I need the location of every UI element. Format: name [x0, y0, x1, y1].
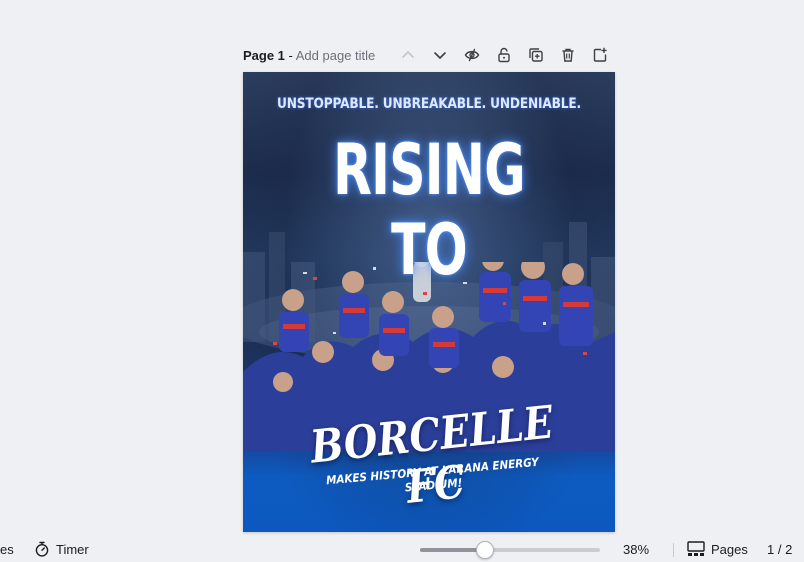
chevron-up-icon — [402, 51, 414, 58]
lock-page-button[interactable] — [494, 45, 514, 65]
page-title-placeholder[interactable]: Add page title — [296, 48, 376, 63]
chevron-down-icon — [434, 52, 446, 59]
zoom-slider-thumb[interactable] — [475, 541, 494, 559]
delete-page-button[interactable] — [558, 45, 578, 65]
lock-icon — [498, 47, 510, 63]
hide-page-button[interactable] — [462, 45, 482, 65]
zoom-slider[interactable] — [420, 541, 600, 559]
duplicate-page-icon — [529, 48, 543, 62]
add-page-button[interactable] — [590, 45, 610, 65]
timer-button[interactable]: Timer — [34, 540, 89, 558]
page-number-label: Page 1 — [243, 47, 285, 63]
hide-page-icon — [464, 48, 480, 62]
page-title[interactable]: Page 1 - Add page title — [243, 48, 375, 63]
design-page[interactable]: UNSTOPPABLE. UNBREAKABLE. UNDENIABLE. RI… — [243, 72, 615, 532]
page-toolbar — [398, 44, 622, 66]
timer-label: Timer — [56, 541, 89, 557]
pages-button[interactable]: Pages — [687, 540, 748, 558]
stopwatch-icon — [35, 541, 49, 557]
editor-canvas: Page 1 - Add page title UNSTOPPABLE. UNB… — [0, 0, 804, 535]
page-count: 1 / 2 — [767, 542, 793, 557]
footer-divider — [673, 543, 674, 557]
notes-button[interactable]: es — [0, 542, 14, 557]
poster-tagline[interactable]: UNSTOPPABLE. UNBREAKABLE. UNDENIABLE. — [273, 96, 585, 112]
zoom-percentage[interactable]: 38% — [623, 542, 649, 557]
page-title-separator: - — [284, 47, 296, 63]
move-page-down-button[interactable] — [430, 45, 450, 65]
move-page-up-button[interactable] — [398, 45, 418, 65]
pages-label: Pages — [711, 541, 748, 557]
pages-grid-icon — [687, 541, 705, 556]
trash-icon — [562, 48, 574, 62]
duplicate-page-button[interactable] — [526, 45, 546, 65]
poster-headline[interactable]: RISING TO — [295, 130, 563, 290]
page-header: Page 1 - Add page title — [243, 44, 615, 66]
add-page-icon — [593, 47, 607, 62]
bottom-bar: es Timer 38% Pages 1 / 2 — [0, 535, 804, 562]
